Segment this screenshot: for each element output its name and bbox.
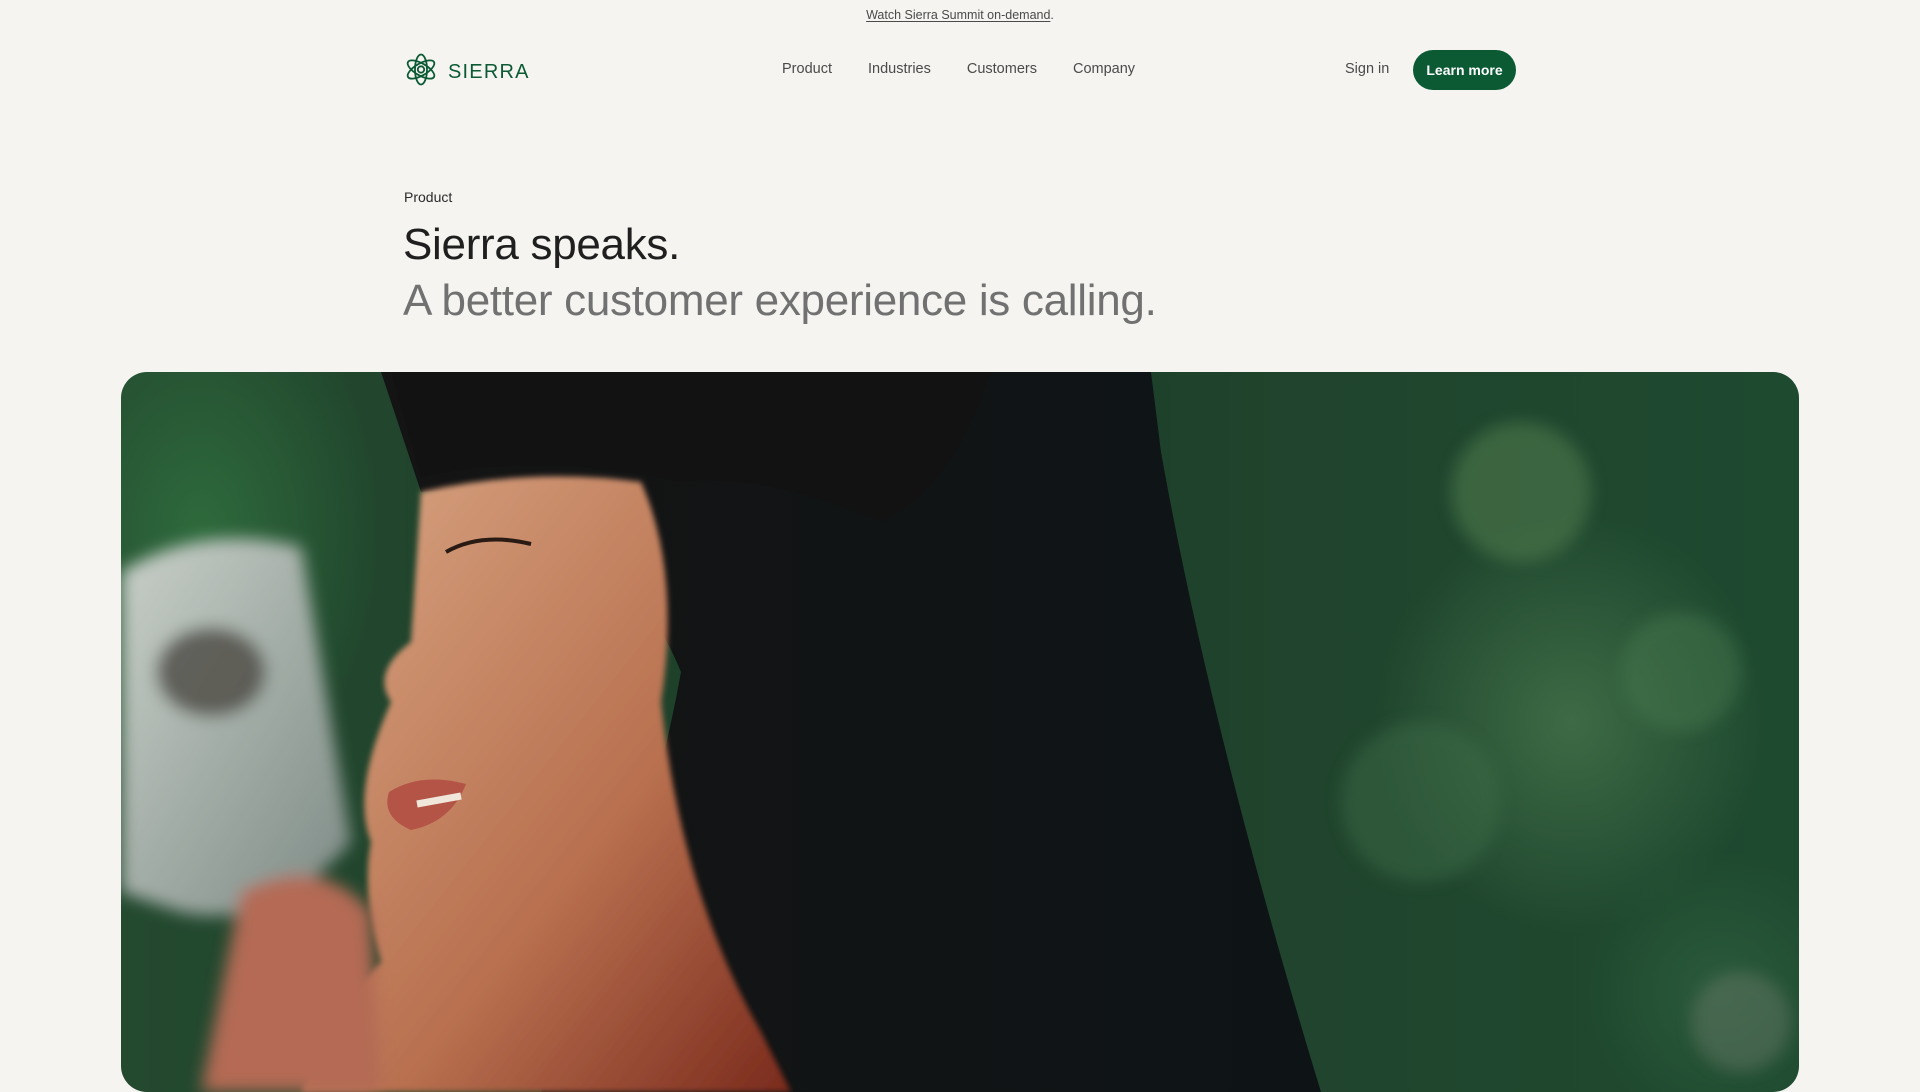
site-header: SIERRA Product Industries Customers Comp… (404, 50, 1516, 90)
summit-link[interactable]: Watch Sierra Summit on-demand (866, 8, 1050, 22)
hero-photo-illustration (121, 372, 1791, 1092)
logo-link[interactable]: SIERRA (404, 51, 530, 93)
nav-item-customers[interactable]: Customers (967, 61, 1037, 77)
page-title: Sierra speaks. (403, 220, 681, 269)
main-nav: Product Industries Customers Company (782, 61, 1171, 77)
nav-item-industries[interactable]: Industries (868, 61, 931, 77)
hero-video[interactable] (121, 372, 1799, 1092)
nav-item-product[interactable]: Product (782, 61, 832, 77)
announcement-bar: Watch Sierra Summit on-demand. (0, 8, 1920, 22)
announcement-suffix: . (1050, 8, 1054, 22)
learn-more-button[interactable]: Learn more (1413, 50, 1516, 90)
sign-in-link[interactable]: Sign in (1345, 61, 1389, 77)
brand-wordmark: SIERRA (448, 60, 530, 83)
flower-logo-icon (404, 51, 438, 93)
page-subtitle: A better customer experience is calling. (403, 276, 1157, 325)
section-eyebrow: Product (404, 189, 453, 205)
nav-item-company[interactable]: Company (1073, 61, 1135, 77)
